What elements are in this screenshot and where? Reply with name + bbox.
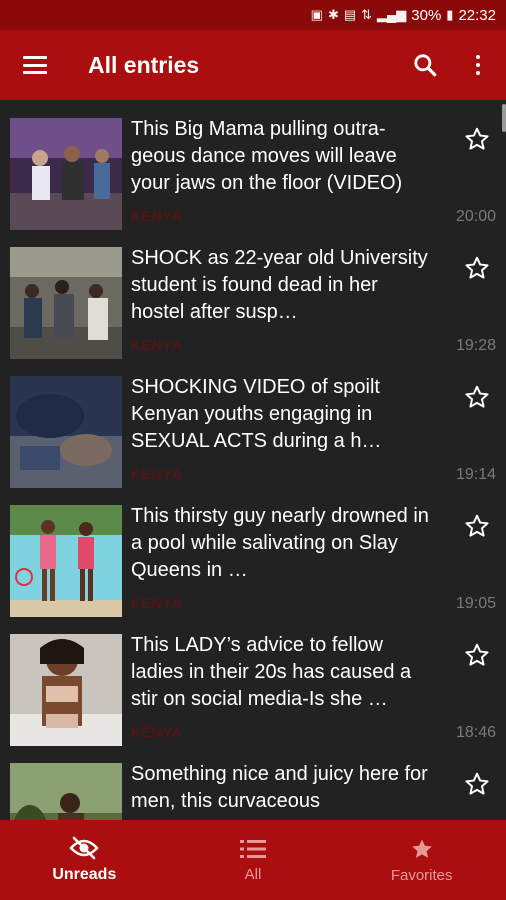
- list-item[interactable]: This thirsty guy nearly drowned in a poo…: [0, 487, 506, 617]
- bottom-nav: Unreads All Favorites: [0, 820, 506, 900]
- signal-icon: ▂▄▆: [377, 7, 407, 22]
- sim-icon: ▣: [310, 7, 323, 22]
- nav-label: Unreads: [52, 866, 117, 883]
- entry-time: 19:05: [455, 595, 496, 612]
- more-options-button[interactable]: [450, 30, 506, 100]
- nav-all[interactable]: All: [169, 820, 338, 900]
- list-item[interactable]: This LADY’s advice to fellow ladies in t…: [0, 616, 506, 746]
- list-item[interactable]: SHOCK as 22-year old University student …: [0, 229, 506, 359]
- entry-title: Something nice and juicy here for men, t…: [131, 763, 428, 812]
- bluetooth-icon: ✱: [327, 7, 339, 22]
- entry-time: 19:14: [455, 466, 496, 483]
- menu-button[interactable]: [0, 30, 70, 100]
- star-icon[interactable]: [464, 771, 490, 797]
- nfc-icon: ▤: [343, 7, 357, 22]
- star-icon: [411, 839, 432, 858]
- star-icon[interactable]: [464, 642, 490, 668]
- search-icon: [414, 54, 437, 77]
- thumbnail: [10, 634, 122, 746]
- entry-source: KENYA: [131, 337, 183, 353]
- nav-unreads[interactable]: Unreads: [0, 820, 169, 900]
- more-vert-icon: [476, 55, 480, 75]
- entry-title: This Big Mama pulling outra-geous dance …: [131, 118, 403, 194]
- nav-favorites[interactable]: Favorites: [337, 820, 506, 900]
- clock: 22:32: [458, 6, 496, 24]
- thumbnail: [10, 763, 122, 820]
- star-icon[interactable]: [464, 513, 490, 539]
- menu-icon: [23, 56, 47, 74]
- scrollbar[interactable]: [502, 104, 506, 132]
- star-icon[interactable]: [464, 126, 490, 152]
- page-title: All entries: [88, 51, 200, 78]
- entry-list[interactable]: This Big Mama pulling outra-geous dance …: [0, 100, 506, 820]
- search-button[interactable]: [400, 30, 450, 100]
- eye-off-icon: [69, 836, 99, 860]
- entry-time: 20:00: [455, 208, 496, 225]
- list-item[interactable]: This Big Mama pulling outra-geous dance …: [0, 100, 506, 230]
- battery-level: 30%: [411, 6, 442, 24]
- entry-title: SHOCKING VIDEO of spoilt Kenyan youths e…: [131, 376, 382, 452]
- entry-source: KENYA: [131, 595, 183, 611]
- battery-icon: ▮: [446, 7, 454, 22]
- entry-title: This thirsty guy nearly drowned in a poo…: [131, 505, 429, 581]
- entry-time: 18:46: [455, 724, 496, 741]
- nav-label: All: [244, 865, 262, 883]
- entry-title: SHOCK as 22-year old University student …: [131, 247, 428, 323]
- thumbnail: [10, 118, 122, 230]
- star-icon[interactable]: [464, 384, 490, 410]
- entry-source: KENYA: [131, 208, 183, 224]
- star-icon[interactable]: [464, 255, 490, 281]
- status-bar: ▣ ✱ ▤ ⇅ ▂▄▆ 30% ▮ 22:32: [0, 0, 506, 30]
- thumbnail: [10, 376, 122, 488]
- thumbnail: [10, 247, 122, 359]
- list-icon: [240, 839, 266, 858]
- nav-label: Favorites: [390, 866, 453, 884]
- entry-source: KENYA: [131, 724, 183, 740]
- list-item[interactable]: SHOCKING VIDEO of spoilt Kenyan youths e…: [0, 358, 506, 488]
- entry-time: 19:28: [455, 337, 496, 354]
- entry-title: This LADY’s advice to fellow ladies in t…: [131, 634, 412, 710]
- thumbnail: [10, 505, 122, 617]
- app-bar: All entries: [0, 30, 506, 100]
- list-item[interactable]: Something nice and juicy here for men, t…: [0, 745, 506, 820]
- entry-source: KENYA: [131, 466, 183, 482]
- wifi-4g-icon: ⇅: [361, 7, 373, 22]
